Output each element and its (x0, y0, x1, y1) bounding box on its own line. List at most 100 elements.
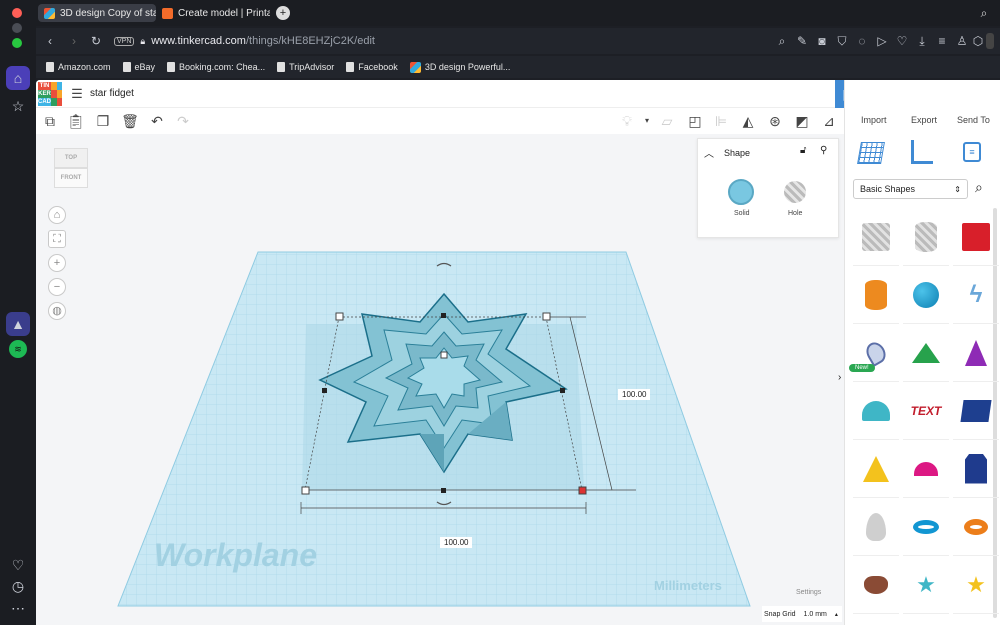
paste-icon[interactable]: 📋︎ (67, 112, 85, 130)
star-icon[interactable]: ☆ (6, 94, 30, 118)
new-tab-button[interactable]: + (276, 6, 290, 20)
spotify-icon[interactable]: ≋ (9, 340, 27, 358)
height-handle[interactable] (440, 351, 448, 359)
wallet-icon[interactable]: ⬡ (970, 33, 986, 49)
ruler-tool-icon[interactable] (911, 140, 933, 164)
close-window-button[interactable] (12, 8, 22, 18)
lightbulb-icon[interactable]: 💡︎ (618, 112, 636, 130)
zoom-in-icon[interactable]: + (48, 254, 66, 272)
lock-icon[interactable]: 🔓︎ (800, 145, 806, 156)
resize-handle[interactable] (542, 312, 551, 321)
ruler-icon[interactable]: ⊿ (820, 112, 838, 130)
history-icon[interactable]: ◷ (6, 574, 30, 598)
design-list-icon[interactable]: ☰ (68, 85, 86, 103)
shape-torus[interactable] (903, 498, 949, 556)
settings-link[interactable]: Settings (796, 589, 821, 596)
send-to-button[interactable]: Send To (957, 115, 990, 125)
more-icon[interactable]: ⋯ (6, 596, 30, 620)
collapse-icon[interactable]: ︿ (704, 145, 714, 160)
view-cube-top[interactable]: TOP (54, 148, 88, 168)
forward-icon[interactable]: › (66, 33, 82, 49)
notes-tool-icon[interactable]: ≡ (963, 142, 981, 162)
tab-tinkercad[interactable]: 3D design Copy of star f (38, 4, 156, 22)
shape-library-select[interactable]: Basic Shapes ⇕ (853, 179, 968, 199)
bookmark-tripadvisor[interactable]: TripAdvisor (277, 62, 334, 72)
bookmark-3d-design[interactable]: 3D design Powerful... (409, 61, 510, 73)
vpn-badge[interactable]: VPN (114, 36, 135, 46)
shape-cylinder[interactable] (853, 266, 899, 324)
shape-cylinder-hole[interactable] (903, 208, 949, 266)
resize-handle[interactable] (301, 486, 310, 495)
mirror-icon[interactable]: ◭ (739, 112, 757, 130)
shape-pen[interactable]: New! (849, 324, 899, 382)
reload-icon[interactable]: ↻ (88, 33, 104, 49)
snap-grid-value[interactable]: 1.0 mm (804, 611, 827, 618)
shape-box[interactable] (953, 208, 999, 266)
bookmark-booking[interactable]: Booking.com: Chea... (167, 62, 265, 72)
group-icon[interactable]: ◰ (686, 112, 704, 130)
search-tabs-icon[interactable]: ⌕ (976, 5, 992, 21)
app-icon-a[interactable]: ▲ (6, 312, 30, 336)
fit-view-icon[interactable]: ⛶ (48, 230, 66, 248)
bookmark-amazon[interactable]: Amazon.com (46, 62, 111, 72)
note-icon[interactable]: ▱ (658, 112, 676, 130)
minimize-window-button[interactable] (12, 23, 22, 33)
edge-handle[interactable] (322, 388, 327, 393)
search-icon[interactable]: ⌕ (774, 33, 790, 49)
bookmark-facebook[interactable]: Facebook (346, 62, 398, 72)
play-icon[interactable]: ▷ (874, 33, 890, 49)
resize-handle[interactable] (335, 312, 344, 321)
shape-pyramid[interactable] (853, 440, 899, 498)
shape-paraboloid[interactable] (853, 498, 899, 556)
edge-handle[interactable] (441, 313, 446, 318)
import-button[interactable]: Import (861, 115, 887, 125)
edit-icon[interactable]: ✎ (794, 33, 810, 49)
back-icon[interactable]: ‹ (42, 33, 58, 49)
shape-tube[interactable] (953, 498, 999, 556)
light-icon[interactable]: ⚲ (820, 145, 827, 156)
shield-icon[interactable]: ⛉ (834, 33, 850, 49)
shape-scribble[interactable]: ϟ (953, 266, 999, 324)
panel-collapse-chevron-icon[interactable]: › (838, 372, 850, 386)
workplane-tool-icon[interactable] (857, 142, 885, 164)
undo-icon[interactable]: ↶ (148, 112, 166, 130)
resize-handle-selected[interactable] (578, 486, 587, 495)
shape-box-hole[interactable] (853, 208, 899, 266)
shape-star[interactable]: ★ (903, 556, 949, 614)
tinkercad-logo[interactable]: TIN KER CAD (38, 82, 62, 106)
download-icon[interactable]: ⤓ (914, 33, 930, 49)
depth-dimension-label[interactable]: 100.00 (618, 389, 651, 400)
search-icon[interactable]: ⌕ (975, 179, 983, 196)
shape-wedge[interactable] (953, 382, 999, 440)
shape-cone[interactable] (953, 324, 999, 382)
export-button[interactable]: Export (911, 115, 937, 125)
workplane-tool-icon[interactable]: ◩ (793, 112, 811, 130)
shape-half-sphere[interactable] (903, 440, 949, 498)
shape-roof[interactable] (903, 324, 949, 382)
edge-handle[interactable] (560, 388, 565, 393)
design-title[interactable]: star fidget (90, 88, 134, 99)
shape-sphere[interactable] (903, 266, 949, 324)
shape-polygon[interactable] (953, 440, 999, 498)
profile-icon[interactable]: ♙ (954, 33, 970, 49)
duplicate-icon[interactable]: ❐ (94, 112, 112, 130)
chevron-up-icon[interactable]: ▴ (835, 611, 838, 618)
camera-icon[interactable]: ◙ (814, 33, 830, 49)
messenger-icon[interactable]: ◌ (854, 33, 870, 49)
url-field[interactable]: VPN 🔒︎ www.tinkercad.com/things/kHE8EHZj… (114, 32, 734, 50)
home-icon[interactable]: ⌂ (6, 66, 30, 90)
align-icon[interactable]: ⊫ (712, 112, 730, 130)
snap-grid-control[interactable]: Snap Grid 1.0 mm ▴ (762, 606, 842, 622)
solid-button[interactable] (728, 179, 754, 205)
width-dimension-label[interactable]: 100.00 (440, 537, 473, 548)
view-cube[interactable]: TOP FRONT (52, 148, 90, 190)
chevron-down-icon[interactable]: ▾ (638, 112, 656, 130)
edge-handle[interactable] (441, 488, 446, 493)
delete-icon[interactable]: 🗑︎ (121, 112, 139, 130)
copy-icon[interactable]: ⧉ (41, 112, 59, 130)
heart-icon[interactable]: ♡ (894, 33, 910, 49)
menu-icon[interactable]: ≡ (934, 33, 950, 49)
home-view-icon[interactable]: ⌂ (48, 206, 66, 224)
hole-button[interactable] (784, 181, 806, 203)
zoom-window-button[interactable] (12, 38, 22, 48)
